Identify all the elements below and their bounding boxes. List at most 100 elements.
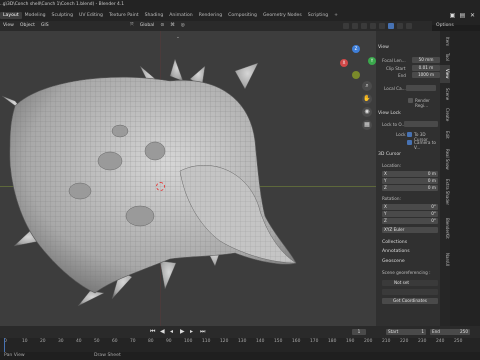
zoom-icon[interactable]: ⌕ (362, 81, 372, 91)
next-key-icon[interactable]: ▸ (190, 328, 193, 335)
rotation-z-field[interactable]: Z 0° (382, 218, 438, 224)
local-camera-field[interactable] (406, 85, 436, 91)
camera-to-view-checkbox[interactable] (407, 140, 412, 145)
close-icon[interactable]: ✕ (469, 12, 476, 19)
workspace-tab--[interactable]: + (331, 12, 341, 19)
sidebar-tab-edit[interactable]: Edit (440, 126, 450, 144)
view-lock-header[interactable]: View Lock (378, 111, 438, 116)
timeline-tick: 230 (418, 339, 427, 344)
clip-end-field[interactable]: 1000 m (412, 72, 440, 78)
collections-header[interactable]: Collections (382, 240, 442, 245)
sidebar-tab-real-snow[interactable]: Real Snow (440, 145, 450, 173)
pan-hand-icon[interactable]: ✋ (362, 94, 372, 104)
workspace-tab-geometry-nodes[interactable]: Geometry Nodes (260, 12, 305, 19)
play-icon[interactable]: ▶ (180, 328, 185, 335)
editor-menu: View Object GIS (3, 22, 49, 30)
status-pan-view: Pan View (4, 353, 25, 358)
3d-viewport[interactable]: Z Y X ⌕ ✋ ◉ ▦ ⌄ (0, 31, 376, 326)
sidebar-tab-extra-shader[interactable]: Extra Shader (440, 174, 450, 210)
geo-crs-field[interactable]: Not set (382, 280, 438, 286)
menu-view[interactable]: View (3, 22, 14, 30)
menu-object[interactable]: Object (20, 22, 35, 30)
lock-to-cursor-checkbox[interactable] (407, 132, 412, 137)
transform-orientation[interactable]: ⤧ Global ⊙ ⌘ ◎ (130, 22, 185, 30)
viewport-header: View Object GIS ⤧ Global ⊙ ⌘ ◎ Options (0, 21, 454, 31)
3d-cursor-header[interactable]: 3D Cursor (378, 152, 438, 157)
rotation-mode-select[interactable]: XYZ Euler (382, 227, 438, 233)
render-region-checkbox[interactable] (408, 98, 413, 103)
cursor-z-field[interactable]: Z0 m (382, 185, 438, 191)
workspace-tab-modeling[interactable]: Modeling (22, 12, 49, 19)
wireframe-shading-icon[interactable] (379, 23, 385, 29)
workspace-tab-scripting[interactable]: Scripting (305, 12, 331, 19)
geo-origin-field[interactable] (382, 289, 438, 295)
proportional-icon[interactable]: ◎ (181, 22, 185, 30)
sidebar-tab-narsui[interactable]: NarsUI (440, 246, 450, 274)
gizmo-neg-axis[interactable] (352, 71, 360, 79)
sidebar-tab-create[interactable]: Create (440, 105, 450, 125)
cursor-y-field[interactable]: Y0 m (382, 178, 438, 184)
playhead[interactable] (4, 338, 5, 352)
camera-to-view-label: Camera to V... (414, 140, 436, 150)
start-frame-field[interactable]: Start 1 (386, 329, 426, 335)
lock-to-object-label: Lock to O... (382, 122, 406, 127)
snap-icon[interactable]: ⌘ (170, 22, 175, 30)
workspace-tab-layout[interactable]: Layout (0, 12, 22, 19)
conch-shell-mesh[interactable] (0, 31, 376, 326)
gizmo-z-axis[interactable]: Z (352, 45, 360, 53)
grid-perspective-icon[interactable]: ▦ (362, 120, 372, 130)
workspace-tab-uv-editing[interactable]: UV Editing (76, 12, 106, 19)
cursor-x-field[interactable]: X0 m (382, 171, 438, 177)
get-coordinates-button[interactable]: Get Coordinates (382, 298, 438, 304)
solid-shading-icon[interactable] (388, 23, 394, 29)
scene-icon[interactable]: ▣ (449, 12, 456, 19)
camera-view-icon[interactable]: ◉ (362, 107, 372, 117)
orientation-icon: ⤧ (130, 23, 134, 28)
sidebar-tab-blenderkit[interactable]: BlenderKit (440, 211, 450, 245)
gizmo-x-axis[interactable]: X (340, 59, 348, 67)
orientation-label: Global (139, 23, 155, 28)
gizmo-toggle-icon[interactable] (352, 23, 358, 29)
clip-start-label: Clip Start (386, 66, 406, 71)
rotation-x-field[interactable]: X 0° (382, 204, 438, 210)
jump-end-icon[interactable]: ⏭ (200, 328, 205, 336)
overlay-icon[interactable] (361, 23, 367, 29)
prev-key-icon[interactable]: ◀ (160, 328, 165, 335)
sidebar-tab-view[interactable]: View (440, 65, 450, 83)
gizmo-y-axis[interactable]: Y (368, 57, 376, 65)
annotations-header[interactable]: Annotations (382, 249, 442, 254)
jump-start-icon[interactable]: ⏮ (150, 328, 155, 336)
focal-length-field[interactable]: 50 mm (412, 57, 440, 63)
pivot-icon[interactable]: ⊙ (160, 22, 164, 30)
play-reverse-icon[interactable]: ◂ (170, 328, 173, 335)
options-button[interactable]: Options (436, 23, 454, 28)
lock-to-object-field[interactable] (404, 121, 438, 127)
timeline-tick: 50 (94, 339, 100, 344)
workspace-tab-compositing[interactable]: Compositing (225, 12, 260, 19)
clip-start-field[interactable]: 0.01 m (412, 65, 440, 71)
workspace-tab-texture-paint[interactable]: Texture Paint (106, 12, 142, 19)
view-section-header[interactable]: View (378, 45, 438, 50)
visibility-icon[interactable] (343, 23, 349, 29)
workspace-tab-rendering[interactable]: Rendering (196, 12, 225, 19)
sidebar-tab-item[interactable]: Item (440, 35, 450, 49)
rotation-label: Rotation: (382, 196, 401, 201)
workspace-tab-shading[interactable]: Shading (142, 12, 167, 19)
end-frame-field[interactable]: End 250 (430, 329, 470, 335)
timeline-header: ⏮ ◀ ◂ ▶ ▸ ⏭ 1 Start 1 End 250 (0, 326, 480, 338)
material-shading-icon[interactable] (397, 23, 403, 29)
xray-icon[interactable] (370, 23, 376, 29)
rotation-y-field[interactable]: Y 0° (382, 211, 438, 217)
lock-label: Lock (396, 132, 406, 137)
menu-gis[interactable]: GIS (41, 22, 49, 30)
current-frame-field[interactable]: 1 (352, 329, 366, 335)
timeline-tick: 130 (238, 339, 247, 344)
rendered-shading-icon[interactable] (406, 23, 412, 29)
sidebar-tab-tool[interactable]: Tool (440, 50, 450, 64)
workspace-tab-sculpting[interactable]: Sculpting (49, 12, 76, 19)
workspace-tab-animation[interactable]: Animation (166, 12, 195, 19)
timeline[interactable]: 0 10 20 30 40 50 60 70 80 90 100 110 120 130 140 150 160… (0, 338, 480, 352)
layer-icon[interactable]: ▤ (459, 12, 466, 19)
sidebar-tab-scene[interactable]: Scene (440, 84, 450, 104)
geoscene-header[interactable]: Geoscene (382, 259, 442, 264)
